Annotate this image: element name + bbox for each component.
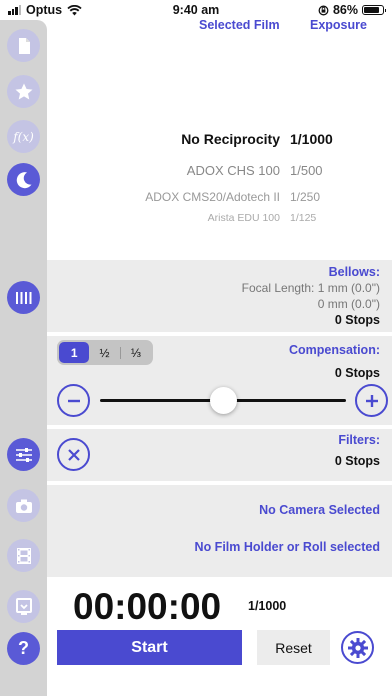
moon-icon[interactable] <box>7 163 40 196</box>
picker-film: No Reciprocity <box>181 131 280 147</box>
equipment-panel: No Camera Selected No Film Holder or Rol… <box>47 485 392 577</box>
picker-exposure: 1/1000 <box>290 131 333 147</box>
extension-label: 0 mm (0.0") <box>317 297 380 311</box>
filters-panel[interactable]: Filters: 0 Stops <box>47 429 392 481</box>
filters-title: Filters: <box>338 433 380 447</box>
picker-film: ADOX CMS20/Adotech II <box>145 190 280 204</box>
picker-film: Arista EDU 100 <box>207 212 280 224</box>
help-label: ? <box>18 638 29 658</box>
function-label: f(x) <box>13 129 34 144</box>
picker-row-selected[interactable]: No Reciprocity 1/1000 <box>47 127 392 151</box>
bellows-icon[interactable] <box>7 281 40 314</box>
bellows-title: Bellows: <box>328 265 380 279</box>
minus-icon <box>67 399 80 402</box>
picker-exposure: 1/500 <box>290 162 323 178</box>
picker-header: Selected Film Exposure <box>47 18 392 36</box>
filters-stops: 0 Stops <box>334 454 380 468</box>
gear-icon <box>347 637 368 658</box>
help-icon[interactable]: ? <box>7 632 40 665</box>
camera-icon[interactable] <box>7 489 40 522</box>
reset-button[interactable]: Reset <box>257 630 330 665</box>
picker-exposure: 1/250 <box>290 190 321 204</box>
film-icon[interactable] <box>7 539 40 572</box>
segment-third-stop[interactable]: ⅓ <box>121 342 151 363</box>
focal-length-label: Focal Length: 1 mm (0.0") <box>241 281 380 295</box>
document-icon[interactable] <box>7 29 40 62</box>
compensation-stops: 0 Stops <box>334 366 380 380</box>
picker-exposure: 1/125 <box>290 212 317 224</box>
decrease-compensation-button[interactable] <box>57 384 90 417</box>
picker-film: ADOX CHS 100 <box>186 162 280 178</box>
battery-percent: 86% <box>332 3 358 17</box>
function-icon[interactable]: f(x) <box>7 120 40 153</box>
plus-icon <box>365 394 378 407</box>
start-button[interactable]: Start <box>57 630 242 665</box>
orientation-lock-icon <box>318 5 329 15</box>
camera-label[interactable]: No Camera Selected <box>259 503 380 517</box>
compensation-slider-thumb[interactable] <box>209 387 237 414</box>
picker-fade <box>47 224 392 232</box>
segment-half-stop[interactable]: ½ <box>89 342 119 363</box>
star-icon[interactable] <box>7 75 40 108</box>
timer-display: 00:00:00 <box>73 586 222 627</box>
selected-film-header: Selected Film <box>199 18 280 32</box>
bellows-panel[interactable]: Bellows: Focal Length: 1 mm (0.0") 0 mm … <box>47 260 392 332</box>
close-icon <box>67 448 80 461</box>
battery-icon <box>362 5 386 15</box>
bellows-stops: 0 Stops <box>334 313 380 327</box>
sliders-icon[interactable] <box>7 438 40 471</box>
stop-increment-segmented-control[interactable]: 1 ½ ⅓ <box>57 340 153 365</box>
film-holder-icon[interactable] <box>7 590 40 623</box>
exposure-header: Exposure <box>310 18 367 32</box>
film-holder-label[interactable]: No Film Holder or Roll selected <box>195 540 380 554</box>
compensation-title: Compensation: <box>289 343 380 357</box>
clear-filters-button[interactable] <box>57 438 90 471</box>
status-bar: Optus 9:40 am 86% <box>0 0 392 20</box>
settings-button[interactable] <box>341 631 374 664</box>
timer-exposure: 1/1000 <box>248 599 287 613</box>
picker-row[interactable]: ADOX CHS 100 1/500 <box>47 158 392 182</box>
segment-full-stop[interactable]: 1 <box>59 342 90 363</box>
increase-compensation-button[interactable] <box>355 384 388 417</box>
